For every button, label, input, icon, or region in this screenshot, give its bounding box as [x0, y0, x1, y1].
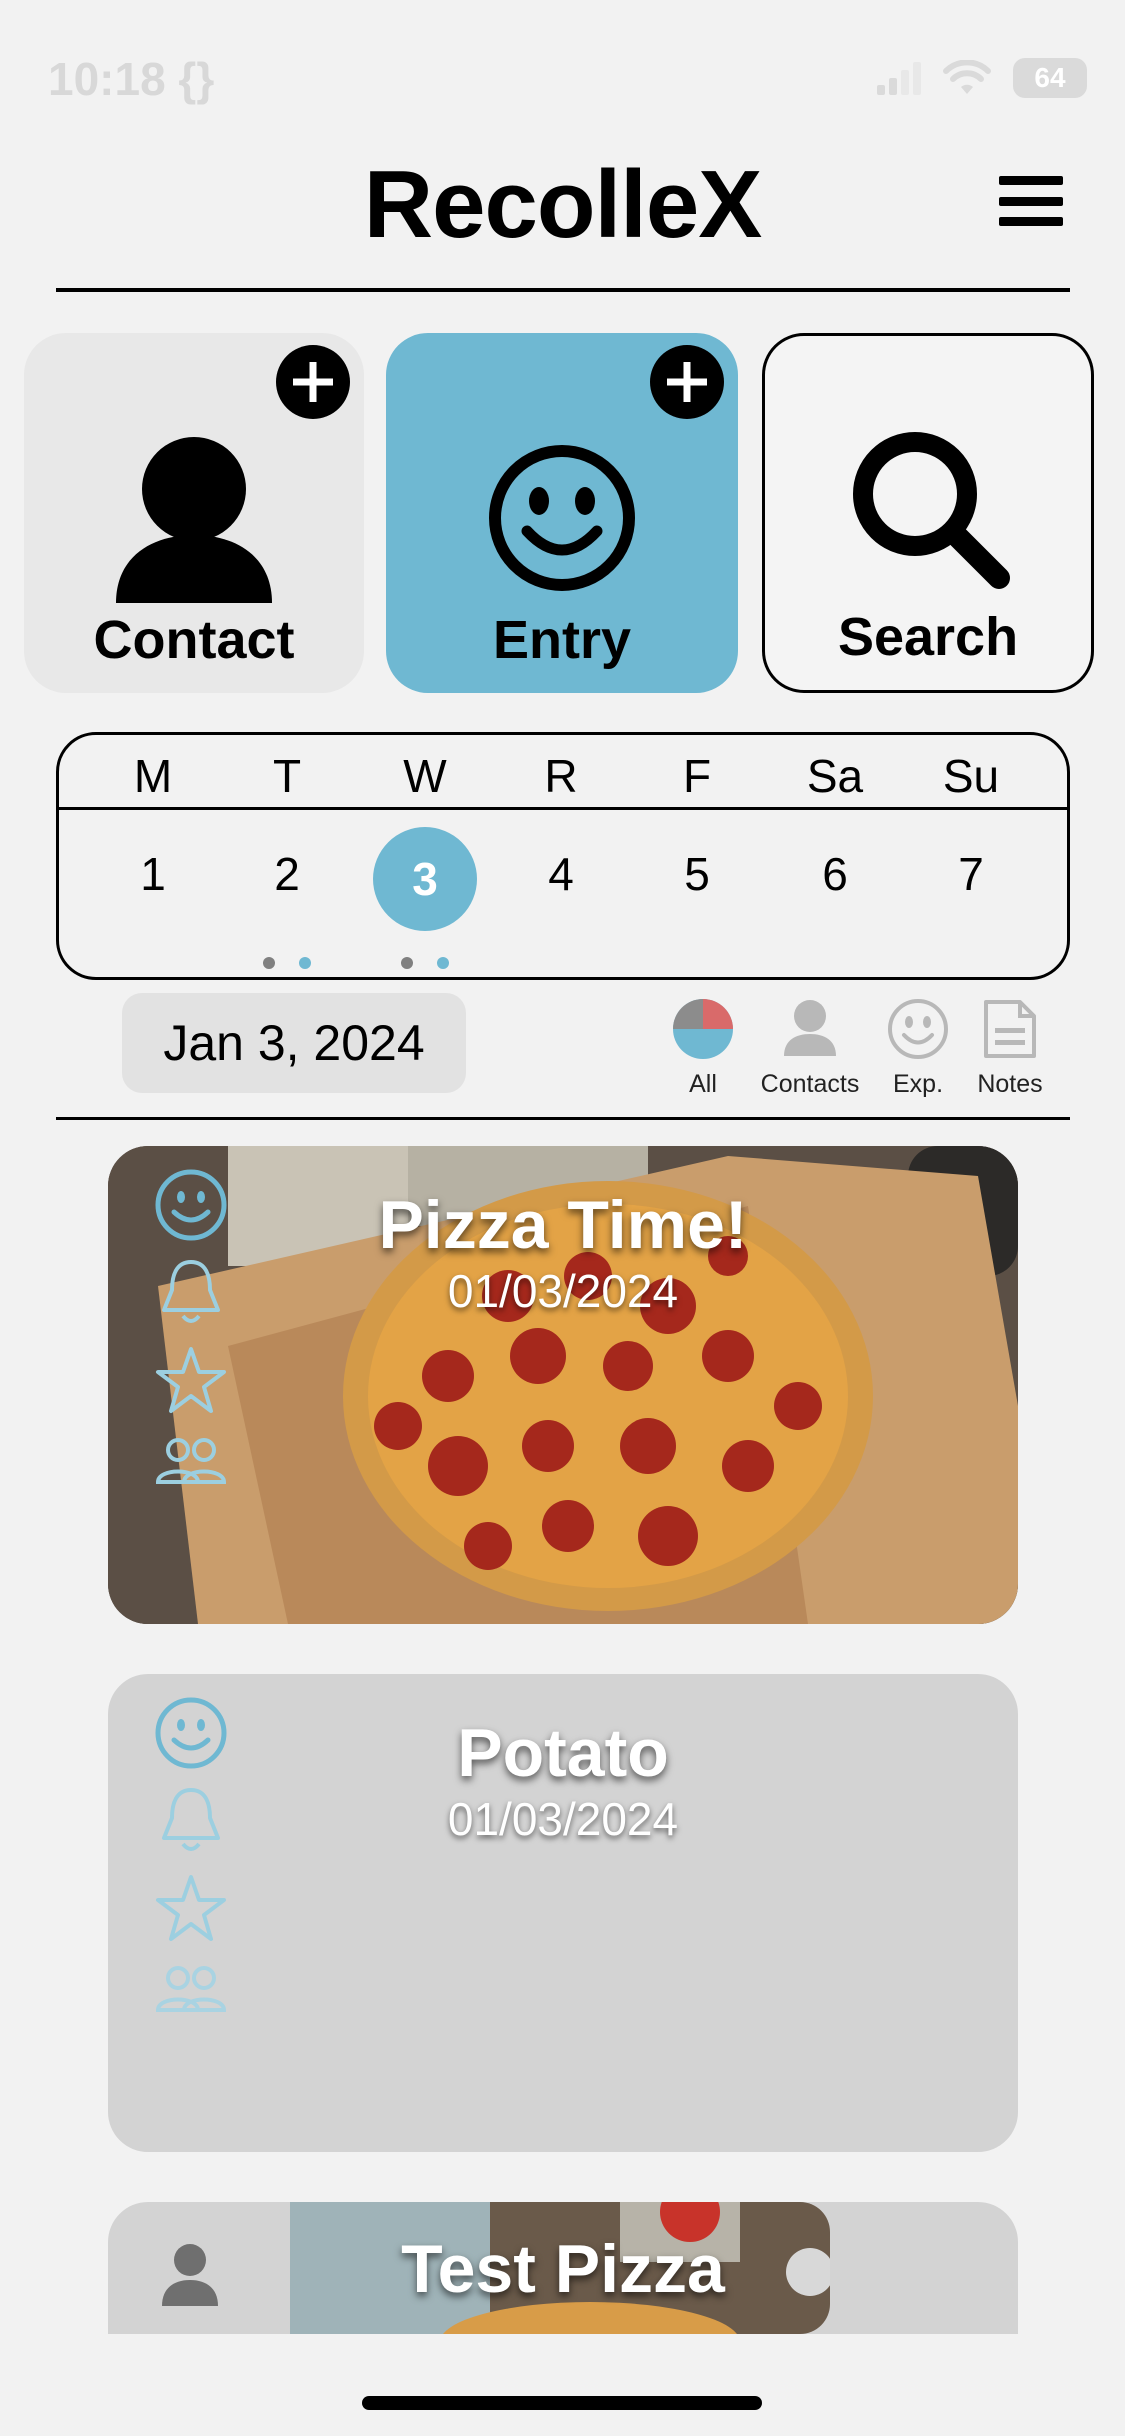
- filter-experiences[interactable]: Exp.: [884, 998, 952, 1099]
- entry-tile-label: Entry: [492, 610, 632, 670]
- selected-date-button[interactable]: Jan 3, 2024: [122, 993, 466, 1093]
- filter-contacts-label: Contacts: [760, 1070, 860, 1098]
- home-indicator[interactable]: [362, 2396, 762, 2410]
- day-3-contact-dot: [437, 957, 449, 969]
- contact-tile-label: Contact: [93, 610, 295, 670]
- entry-date: 01/03/2024: [447, 1793, 679, 1845]
- day-name-sat: Sa: [806, 750, 864, 802]
- pie-icon: [673, 999, 733, 1059]
- day-3-selected[interactable]: 3: [373, 827, 477, 931]
- entry-card[interactable]: Potato 01/03/2024: [108, 1674, 1018, 2152]
- signal-icon: [877, 62, 921, 95]
- people-icon: [155, 1966, 227, 2012]
- add-contact-plus-icon[interactable]: [276, 345, 350, 419]
- day-2-contact-dot: [299, 957, 311, 969]
- add-entry-tile[interactable]: Entry: [386, 333, 738, 693]
- day-3-entry-dot: [401, 957, 413, 969]
- battery-indicator: 64: [1013, 58, 1087, 98]
- search-tile-label: Search: [837, 607, 1019, 667]
- day-5[interactable]: 5: [637, 847, 757, 901]
- day-name-mon: M: [133, 750, 173, 802]
- week-calendar: M T W R F Sa Su 1 2 3 4 5 6 7: [56, 732, 1070, 980]
- people-icon: [155, 1438, 227, 1484]
- magnifier-icon: [853, 432, 1010, 589]
- entry-card[interactable]: Pizza Time! 01/03/2024: [108, 1146, 1018, 1624]
- status-time: 10:18 {}: [48, 53, 215, 105]
- day-2[interactable]: 2: [227, 847, 347, 901]
- hamburger-menu-icon[interactable]: [999, 176, 1063, 226]
- list-divider: [56, 1117, 1070, 1120]
- entry-date: 01/03/2024: [447, 1265, 679, 1317]
- day-name-wed: W: [403, 750, 447, 802]
- star-icon: [156, 1347, 226, 1413]
- note-icon: [984, 1000, 1036, 1058]
- day-name-fri: F: [682, 750, 712, 802]
- filter-notes[interactable]: Notes: [970, 998, 1050, 1099]
- smiley-icon: [489, 445, 635, 591]
- day-7[interactable]: 7: [911, 847, 1031, 901]
- entry-title: Test Pizza: [401, 2231, 725, 2307]
- filter-notes-label: Notes: [977, 1070, 1043, 1098]
- day-6[interactable]: 6: [775, 847, 895, 901]
- day-name-thu: R: [544, 750, 578, 802]
- person-icon: [784, 1000, 836, 1056]
- selected-day-number: 3: [412, 853, 438, 905]
- filter-all-label: All: [689, 1070, 717, 1098]
- search-tile[interactable]: Search: [762, 333, 1094, 693]
- app-title: RecolleX: [363, 151, 763, 258]
- day-name-tue: T: [272, 750, 302, 802]
- day-2-entry-dot: [263, 957, 275, 969]
- filter-contacts[interactable]: Contacts: [754, 998, 866, 1099]
- filter-experiences-label: Exp.: [892, 1070, 944, 1098]
- header-divider: [56, 288, 1070, 292]
- status-indicators: 64: [877, 58, 1087, 98]
- filter-all[interactable]: All: [670, 998, 736, 1099]
- day-name-sun: Su: [942, 750, 1000, 802]
- star-icon: [156, 1875, 226, 1941]
- day-1[interactable]: 1: [93, 847, 213, 901]
- add-entry-plus-icon[interactable]: [650, 345, 724, 419]
- day-4[interactable]: 4: [501, 847, 621, 901]
- week-divider: [59, 807, 1067, 810]
- entry-card[interactable]: Test Pizza: [108, 2202, 1018, 2334]
- entry-title: Potato: [457, 1715, 669, 1791]
- smiley-icon: [888, 999, 948, 1059]
- wifi-icon: [943, 60, 991, 94]
- add-contact-tile[interactable]: Contact: [24, 333, 364, 693]
- person-icon: [116, 437, 272, 603]
- entry-title: Pizza Time!: [378, 1187, 748, 1263]
